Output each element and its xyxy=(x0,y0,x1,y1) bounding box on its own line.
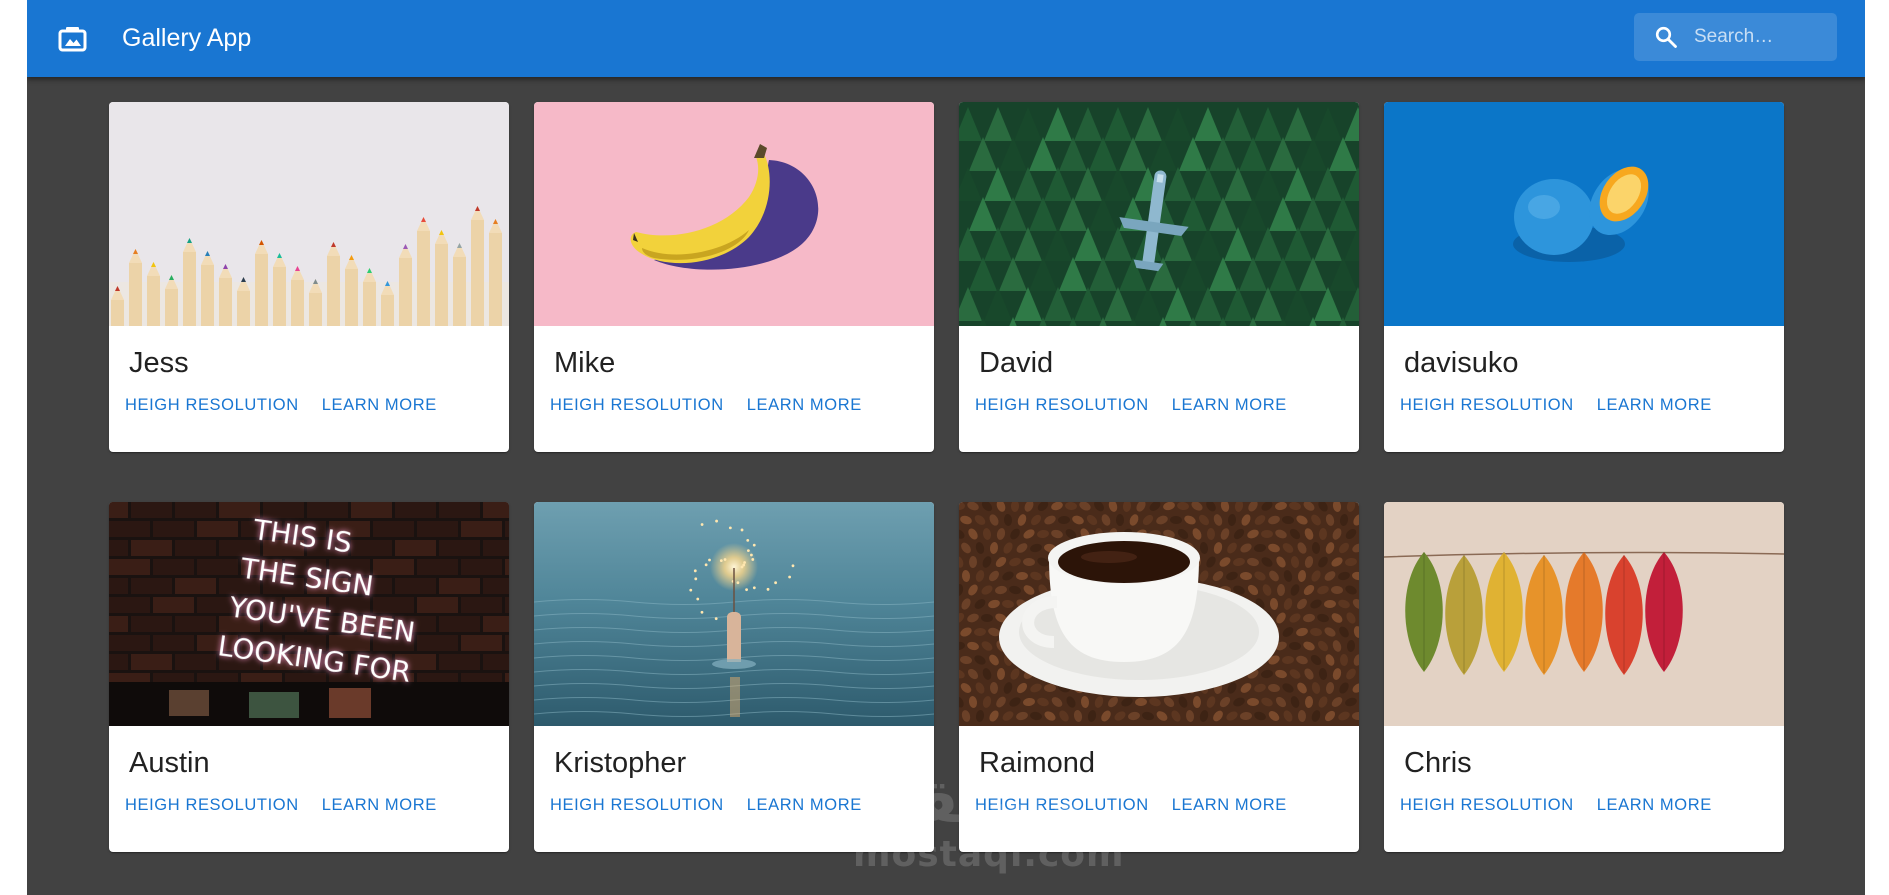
colored-pencils-image xyxy=(109,102,509,326)
card-actions: HEIGH RESOLUTION LEARN MORE xyxy=(967,790,1295,821)
high-resolution-button[interactable]: HEIGH RESOLUTION xyxy=(967,790,1157,821)
card-actions: HEIGH RESOLUTION LEARN MORE xyxy=(1392,390,1720,421)
gallery-card: Raimond HEIGH RESOLUTION LEARN MORE xyxy=(959,502,1359,852)
card-image[interactable] xyxy=(534,502,934,726)
learn-more-button[interactable]: LEARN MORE xyxy=(1164,790,1295,821)
learn-more-button[interactable]: LEARN MORE xyxy=(739,790,870,821)
card-actions: HEIGH RESOLUTION LEARN MORE xyxy=(1392,790,1720,821)
card-title: Kristopher xyxy=(554,747,687,779)
high-resolution-button[interactable]: HEIGH RESOLUTION xyxy=(117,790,307,821)
card-image[interactable] xyxy=(109,102,509,326)
high-resolution-button[interactable]: HEIGH RESOLUTION xyxy=(117,390,307,421)
app-bar: Gallery App xyxy=(27,0,1865,77)
card-title: David xyxy=(979,347,1054,379)
card-title: Raimond xyxy=(979,747,1096,779)
gallery-card: davisuko HEIGH RESOLUTION LEARN MORE xyxy=(1384,102,1784,452)
airplane-forest-image xyxy=(959,102,1359,326)
gallery-card: Kristopher HEIGH RESOLUTION LEARN MORE xyxy=(534,502,934,852)
card-image[interactable] xyxy=(1384,102,1784,326)
blue-orange-image xyxy=(1384,102,1784,326)
learn-more-button[interactable]: LEARN MORE xyxy=(1589,390,1720,421)
gallery-card: Mike HEIGH RESOLUTION LEARN MORE xyxy=(534,102,934,452)
learn-more-button[interactable]: LEARN MORE xyxy=(314,390,445,421)
card-actions: HEIGH RESOLUTION LEARN MORE xyxy=(542,390,870,421)
gallery-card: THIS IS THE SIGN YOU'VE BEEN LOOKING FOR… xyxy=(109,502,509,852)
card-actions: HEIGH RESOLUTION LEARN MORE xyxy=(542,790,870,821)
card-actions: HEIGH RESOLUTION LEARN MORE xyxy=(117,790,445,821)
search-input[interactable] xyxy=(1694,13,1829,61)
image-grid: Jess HEIGH RESOLUTION LEARN MORE Mike HE… xyxy=(109,102,1784,852)
sparkler-water-image xyxy=(534,502,934,726)
gallery-app: Gallery App Jess HEIGH RESOLUTION LEAR xyxy=(27,0,1865,895)
card-title: davisuko xyxy=(1404,347,1519,379)
high-resolution-button[interactable]: HEIGH RESOLUTION xyxy=(1392,390,1582,421)
high-resolution-button[interactable]: HEIGH RESOLUTION xyxy=(542,390,732,421)
autumn-leaves-image xyxy=(1384,502,1784,726)
card-image[interactable]: THIS IS THE SIGN YOU'VE BEEN LOOKING FOR xyxy=(109,502,509,726)
card-image[interactable] xyxy=(534,102,934,326)
learn-more-button[interactable]: LEARN MORE xyxy=(1164,390,1295,421)
app-title: Gallery App xyxy=(122,24,252,52)
high-resolution-button[interactable]: HEIGH RESOLUTION xyxy=(542,790,732,821)
banana-image xyxy=(534,102,934,326)
learn-more-button[interactable]: LEARN MORE xyxy=(1589,790,1720,821)
high-resolution-button[interactable]: HEIGH RESOLUTION xyxy=(1392,790,1582,821)
high-resolution-button[interactable]: HEIGH RESOLUTION xyxy=(967,390,1157,421)
card-image[interactable] xyxy=(1384,502,1784,726)
card-title: Austin xyxy=(129,747,210,779)
coffee-cup-image xyxy=(959,502,1359,726)
card-title: Chris xyxy=(1404,747,1472,779)
gallery-card: David HEIGH RESOLUTION LEARN MORE xyxy=(959,102,1359,452)
photo-album-icon xyxy=(58,27,87,52)
learn-more-button[interactable]: LEARN MORE xyxy=(739,390,870,421)
search-box[interactable] xyxy=(1634,13,1837,61)
card-image[interactable] xyxy=(959,502,1359,726)
card-title: Jess xyxy=(129,347,189,379)
card-image[interactable] xyxy=(959,102,1359,326)
card-actions: HEIGH RESOLUTION LEARN MORE xyxy=(967,390,1295,421)
card-actions: HEIGH RESOLUTION LEARN MORE xyxy=(117,390,445,421)
search-icon xyxy=(1655,26,1677,48)
gallery-card: Chris HEIGH RESOLUTION LEARN MORE xyxy=(1384,502,1784,852)
card-title: Mike xyxy=(554,347,616,379)
neon-sign-image: THIS IS THE SIGN YOU'VE BEEN LOOKING FOR xyxy=(109,502,509,726)
learn-more-button[interactable]: LEARN MORE xyxy=(314,790,445,821)
gallery-card: Jess HEIGH RESOLUTION LEARN MORE xyxy=(109,102,509,452)
